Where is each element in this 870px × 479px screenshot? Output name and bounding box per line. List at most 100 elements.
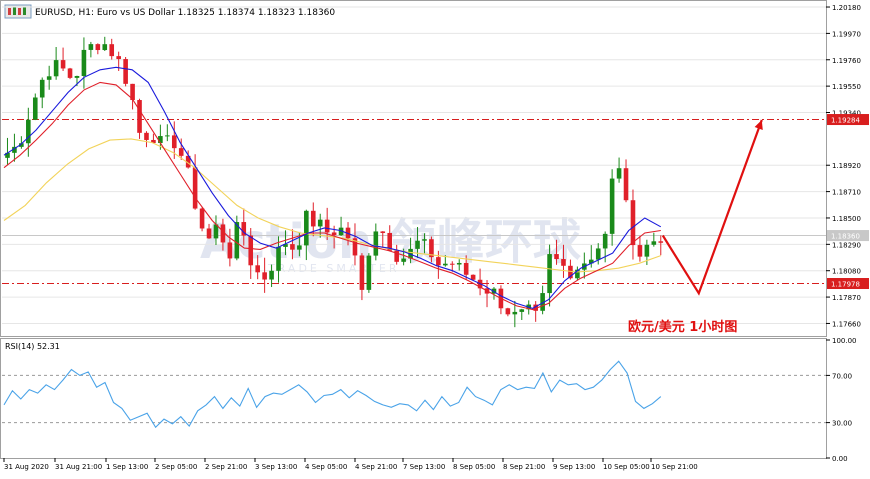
candle-body bbox=[67, 68, 73, 78]
candle-body bbox=[178, 148, 184, 156]
candle-body bbox=[26, 119, 31, 144]
price-tick-label: 1.19550 bbox=[832, 83, 861, 91]
time-tick-label: 3 Sep 13:00 bbox=[255, 463, 297, 471]
candle-body bbox=[165, 135, 170, 137]
price-label-support: 1.17978 bbox=[831, 281, 860, 289]
candle-body bbox=[366, 255, 372, 290]
candle-body bbox=[171, 135, 177, 149]
candle-body bbox=[436, 257, 441, 266]
candle-body bbox=[206, 228, 212, 239]
candle-body bbox=[123, 59, 128, 84]
candle-body bbox=[137, 100, 142, 133]
candle-body bbox=[53, 60, 59, 77]
time-tick-label: 2 Sep 05:00 bbox=[155, 463, 197, 471]
candle-body bbox=[304, 210, 309, 246]
candle-body bbox=[262, 272, 267, 280]
candle-body bbox=[443, 263, 448, 266]
candle-body bbox=[449, 263, 455, 265]
candle-body bbox=[144, 132, 149, 140]
candle-body bbox=[74, 75, 80, 78]
candle-body bbox=[373, 231, 379, 256]
candle-body bbox=[512, 311, 518, 315]
rsi-tick-label: 30.00 bbox=[832, 420, 852, 428]
price-tick-label: 1.18290 bbox=[832, 241, 861, 249]
rsi-tick-label: 100.00 bbox=[832, 337, 857, 345]
candle-body bbox=[616, 168, 622, 179]
candle-body bbox=[595, 248, 601, 260]
price-tick-label: 1.18920 bbox=[832, 162, 861, 170]
candle-body bbox=[463, 262, 469, 275]
rsi-title: RSI(14) 52.31 bbox=[5, 342, 60, 351]
rsi-tick-label: 70.00 bbox=[832, 372, 852, 380]
candle-body bbox=[227, 242, 233, 259]
candle-body bbox=[331, 232, 337, 236]
candle-body bbox=[380, 231, 386, 233]
candle-body bbox=[456, 262, 462, 265]
time-tick-label: 4 Sep 21:00 bbox=[355, 463, 397, 471]
time-tick-label: 7 Sep 13:00 bbox=[403, 463, 445, 471]
price-label-current: 1.18360 bbox=[831, 233, 860, 241]
candle-body bbox=[519, 309, 525, 312]
candle-body bbox=[81, 49, 87, 76]
time-tick-label: 8 Sep 21:00 bbox=[503, 463, 545, 471]
price-tick-label: 1.17660 bbox=[832, 320, 861, 328]
candle-body bbox=[630, 200, 636, 246]
candle-body bbox=[401, 258, 406, 262]
candle-body bbox=[102, 44, 108, 51]
candle-body bbox=[547, 254, 552, 294]
candle-body bbox=[310, 210, 316, 227]
candle-body bbox=[609, 178, 615, 234]
price-tick-label: 1.19760 bbox=[832, 57, 861, 65]
candle-body bbox=[505, 308, 511, 315]
candle-body bbox=[554, 254, 559, 260]
chart-annotation: 欧元/美元 1小时图 bbox=[628, 319, 737, 335]
candle-body bbox=[234, 222, 240, 259]
price-tick-label: 1.18080 bbox=[832, 268, 861, 276]
chart-title: EURUSD, H1: Euro vs US Dollar 1.18325 1.… bbox=[35, 8, 335, 18]
time-tick-label: 31 Aug 21:00 bbox=[55, 463, 102, 471]
rsi-tick-label: 0.00 bbox=[832, 455, 848, 463]
time-tick-label: 1 Sep 13:00 bbox=[106, 463, 148, 471]
candle-body bbox=[415, 240, 420, 249]
candle-body bbox=[88, 44, 94, 50]
time-tick-label: 10 Sep 21:00 bbox=[651, 463, 698, 471]
candle-body bbox=[602, 233, 608, 249]
candle-body bbox=[255, 265, 260, 273]
time-tick-label: 8 Sep 05:00 bbox=[453, 463, 495, 471]
watermark-subtext: TRADE SMARTER bbox=[267, 262, 400, 275]
time-tick-label: 9 Sep 13:00 bbox=[553, 463, 595, 471]
price-tick-label: 1.17870 bbox=[832, 294, 861, 302]
candle-body bbox=[658, 241, 664, 243]
candle-body bbox=[637, 245, 643, 257]
candle-body bbox=[290, 244, 295, 250]
price-tick-label: 1.18710 bbox=[832, 189, 861, 197]
candle-body bbox=[359, 255, 365, 290]
candle-body bbox=[317, 219, 323, 227]
candle-body bbox=[109, 44, 115, 57]
candle-body bbox=[116, 56, 121, 60]
price-tick-label: 1.20180 bbox=[832, 4, 861, 12]
candle-body bbox=[199, 208, 205, 229]
candle-body bbox=[422, 239, 427, 241]
price-label-resistance: 1.19284 bbox=[831, 117, 860, 125]
chart-window: EURUSD, H1: Euro vs US Dollar 1.18325 1.… bbox=[0, 0, 870, 475]
price-tick-label: 1.19970 bbox=[832, 30, 861, 38]
time-tick-label: 31 Aug 2020 bbox=[4, 463, 49, 471]
candle-body bbox=[39, 79, 45, 98]
candle-body bbox=[32, 97, 38, 120]
candle-body bbox=[651, 241, 657, 245]
time-tick-label: 2 Sep 21:00 bbox=[205, 463, 247, 471]
candle-body bbox=[297, 245, 302, 250]
candle-body bbox=[623, 168, 629, 201]
price-tick-label: 1.18500 bbox=[832, 215, 861, 223]
time-tick-label: 4 Sep 05:00 bbox=[305, 463, 347, 471]
candle-body bbox=[192, 167, 198, 209]
candle-body bbox=[248, 235, 254, 266]
candle-body bbox=[60, 60, 66, 69]
candle-body bbox=[561, 259, 566, 266]
chart-canvas: EURUSD, H1: Euro vs US Dollar 1.18325 1.… bbox=[0, 0, 870, 475]
candle-body bbox=[269, 270, 274, 280]
candle-body bbox=[95, 44, 101, 51]
time-tick-label: 10 Sep 05:00 bbox=[603, 463, 650, 471]
candle-body bbox=[324, 219, 330, 233]
